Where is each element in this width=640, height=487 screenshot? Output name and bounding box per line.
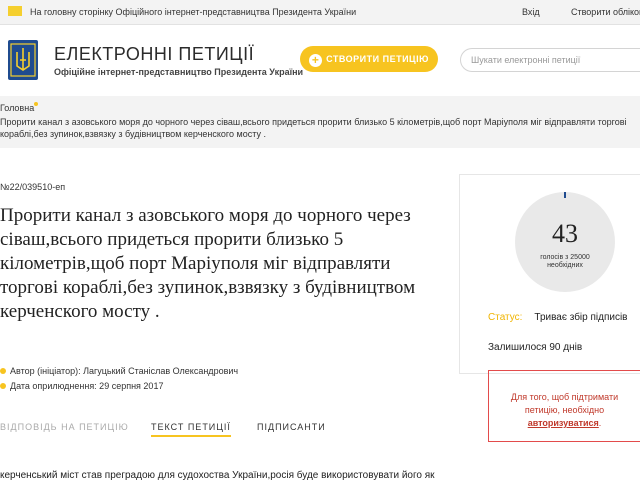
vote-label-line1: голосів з 25000 xyxy=(540,254,590,261)
breadcrumb: Головна Прорити канал з азовського моря … xyxy=(0,96,640,148)
auth-line2: петицію, необхідно xyxy=(524,405,605,415)
petition-number: №22/039510-еп xyxy=(0,182,66,192)
vote-count: 43 xyxy=(552,219,578,248)
status-value: Триває збір підписів xyxy=(534,312,628,323)
breadcrumb-separator-icon xyxy=(34,102,38,106)
plus-icon: + xyxy=(309,54,323,67)
date-text: Дата оприлюднення: 29 серпня 2017 xyxy=(10,381,164,391)
create-petition-label: СТВОРИТИ ПЕТИЦІЮ xyxy=(326,54,429,64)
calendar-icon xyxy=(0,383,6,389)
site-subtitle: Офіційне інтернет-представництво Президе… xyxy=(54,67,304,77)
days-remaining: Залишилося 90 днів xyxy=(488,342,583,353)
petition-body-text: керченський міст став преградою для судо… xyxy=(0,470,435,481)
ukraine-flag-icon xyxy=(8,6,22,16)
tab-response[interactable]: ВІДПОВІДЬ НА ПЕТИЦІЮ xyxy=(0,422,129,432)
user-icon xyxy=(0,368,6,374)
tab-petition-text[interactable]: ТЕКСТ ПЕТИЦІЇ xyxy=(151,422,231,437)
create-petition-button[interactable]: + СТВОРИТИ ПЕТИЦІЮ xyxy=(300,46,438,72)
login-link[interactable]: Вхід xyxy=(522,7,540,17)
site-title[interactable]: ЕЛЕКТРОННІ ПЕТИЦІЇ xyxy=(54,44,254,65)
petition-status: Статус: Триває збір підписів xyxy=(488,312,628,323)
auth-login-link[interactable]: авторизуватися xyxy=(528,418,599,428)
vote-progress-marker xyxy=(564,192,566,198)
status-label: Статус: xyxy=(488,312,523,323)
breadcrumb-current: Прорити канал з азовського моря до чорно… xyxy=(0,117,627,139)
vote-panel: 43 голосів з 25000 необхідних Статус: Трив… xyxy=(459,174,640,374)
auth-required-box: Для того, щоб підтримати петицію, необхі… xyxy=(488,370,640,442)
trident-emblem-icon[interactable] xyxy=(8,40,38,80)
auth-line1: Для того, щоб підтримати xyxy=(510,392,619,402)
author-text: Автор (ініціатор): Лагуцький Станіслав О… xyxy=(10,366,239,376)
back-to-president-site-link[interactable]: На головну сторінку Офіційного інтернет-… xyxy=(30,7,356,17)
register-link[interactable]: Створити обліковий xyxy=(571,7,640,17)
vote-progress-circle: 43 голосів з 25000 необхідних xyxy=(515,192,615,292)
tab-signatories[interactable]: ПІДПИСАНТИ xyxy=(257,422,326,432)
auth-tail: . xyxy=(598,418,602,428)
vote-label-line2: необхідних xyxy=(547,262,583,269)
vote-count-label: голосів з 25000 необхідних xyxy=(515,254,615,270)
petition-author: Автор (ініціатор): Лагуцький Станіслав О… xyxy=(0,366,238,376)
search-input[interactable]: Шукати електронні петиції xyxy=(460,48,640,72)
breadcrumb-home-link[interactable]: Головна xyxy=(0,103,34,113)
top-bar: На головну сторінку Офіційного інтернет-… xyxy=(0,0,640,25)
petition-title: Прорити канал з азовського моря до чорно… xyxy=(0,205,416,322)
petition-date: Дата оприлюднення: 29 серпня 2017 xyxy=(0,381,163,391)
